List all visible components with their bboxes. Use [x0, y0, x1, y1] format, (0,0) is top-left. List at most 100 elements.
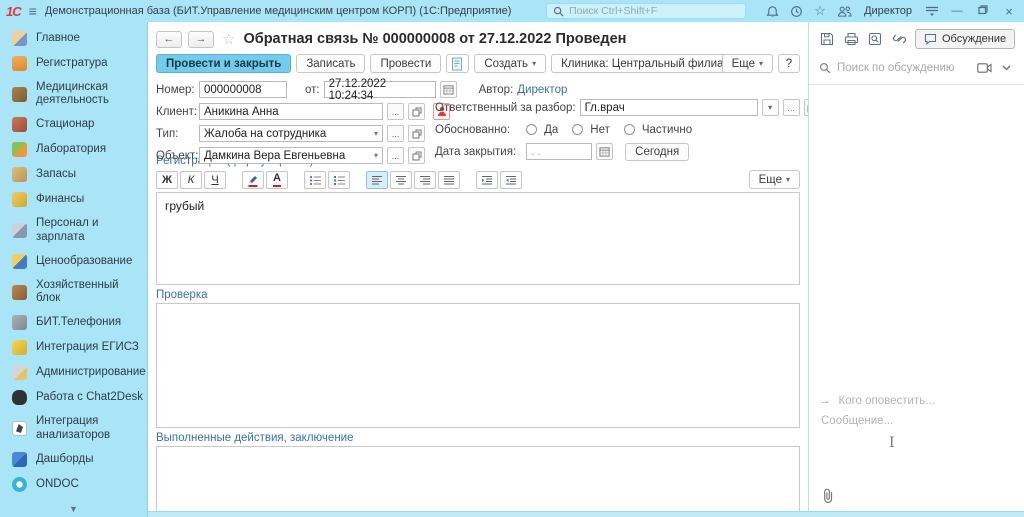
- italic-button[interactable]: К: [180, 171, 202, 189]
- actions-textarea[interactable]: [156, 446, 800, 511]
- preview-icon[interactable]: [867, 31, 883, 47]
- notify-row[interactable]: → Кого оповестить...: [809, 391, 1024, 411]
- close-date-calendar-button[interactable]: [596, 143, 613, 160]
- help-button[interactable]: ?: [778, 54, 800, 73]
- align-left-button[interactable]: [366, 171, 388, 189]
- print-icon[interactable]: [843, 31, 859, 47]
- combo-arrow-icon[interactable]: ▾: [370, 151, 378, 160]
- forward-button[interactable]: →: [188, 31, 214, 48]
- message-input[interactable]: Сообщение...: [809, 411, 1024, 429]
- open-icon: [412, 107, 422, 117]
- bold-button[interactable]: Ж: [156, 171, 178, 189]
- current-user[interactable]: Директор: [864, 5, 912, 17]
- responsible-dropdown-button[interactable]: ▾: [762, 99, 779, 116]
- object-open-button[interactable]: [408, 147, 425, 164]
- post-button[interactable]: Провести: [370, 54, 441, 73]
- sidebar-item-laboratoriya[interactable]: Лаборатория: [0, 137, 147, 162]
- back-button[interactable]: ←: [156, 31, 182, 48]
- sidebar-item-med-deyatelnost[interactable]: Медицинская деятельность: [0, 76, 136, 112]
- sidebar-item-registratura[interactable]: Регистратура: [0, 51, 147, 76]
- related-documents-button[interactable]: [446, 54, 469, 73]
- lab-flask-icon: [12, 142, 27, 157]
- indent-button[interactable]: [476, 171, 498, 189]
- sidebar-item-zapasy[interactable]: Запасы: [0, 162, 147, 187]
- sidebar-item-personal[interactable]: Персонал и зарплата: [0, 212, 147, 248]
- save-file-icon[interactable]: [819, 31, 835, 47]
- main-menu-icon[interactable]: ≡: [29, 4, 37, 18]
- close-date-field[interactable]: . .: [526, 143, 592, 160]
- align-right-button[interactable]: [414, 171, 436, 189]
- highlight-color-button[interactable]: [242, 171, 264, 189]
- author-link[interactable]: Директор: [517, 84, 567, 96]
- numbered-list-button[interactable]: [328, 171, 350, 189]
- clinic-button[interactable]: Клиника: Центральный филиал: [551, 54, 740, 73]
- sidebar-item-dashbordy[interactable]: Дашборды: [0, 447, 147, 472]
- sidebar-item-analizatory[interactable]: Интеграция анализаторов: [0, 410, 147, 446]
- object-field[interactable]: Дамкина Вера Евгеньевна▾: [199, 147, 383, 164]
- save-button[interactable]: Записать: [296, 54, 365, 73]
- client-open-button[interactable]: [408, 103, 425, 120]
- chevron-down-icon[interactable]: [998, 60, 1014, 76]
- history-icon[interactable]: [788, 3, 804, 19]
- post-and-close-button[interactable]: Провести и закрыть: [156, 54, 291, 73]
- outdent-button[interactable]: [500, 171, 522, 189]
- editor-more-button[interactable]: Еще▾: [749, 170, 800, 189]
- get-link-icon[interactable]: [891, 31, 907, 47]
- registration-textarea[interactable]: грубый: [156, 192, 800, 285]
- close-date-label: Дата закрытия:: [435, 146, 516, 158]
- type-select-button[interactable]: ...: [387, 125, 404, 142]
- font-color-button[interactable]: А: [266, 171, 288, 189]
- collaboration-users-icon[interactable]: [836, 3, 852, 19]
- justified-yes-radio[interactable]: [526, 124, 537, 135]
- sidebar-item-glavnoe[interactable]: Главное: [0, 26, 147, 51]
- justified-partial-radio[interactable]: [624, 124, 635, 135]
- discussion-search[interactable]: Поиск по обсуждению: [809, 54, 1024, 85]
- notify-placeholder: Кого оповестить...: [839, 395, 935, 407]
- sidebar-item-chat2desk[interactable]: Работа с Chat2Desk: [0, 385, 147, 410]
- create-button[interactable]: Создать▾: [474, 54, 546, 73]
- sidebar-item-bit-telefoniya[interactable]: БИТ.Телефония: [0, 310, 147, 335]
- more-button[interactable]: Еще▾: [722, 54, 773, 73]
- sidebar-item-hozblok[interactable]: Хозяйственный блок: [0, 274, 147, 310]
- date-calendar-button[interactable]: [440, 81, 457, 98]
- restore-button[interactable]: [974, 5, 992, 18]
- message-typing-area[interactable]: I: [809, 429, 1024, 471]
- justified-no-radio[interactable]: [572, 124, 583, 135]
- type-field[interactable]: Жалоба на сотрудника▾: [199, 125, 383, 142]
- sidebar-item-egisz[interactable]: Интеграция ЕГИСЗ: [0, 335, 147, 360]
- check-textarea[interactable]: [156, 303, 800, 428]
- align-center-button[interactable]: [390, 171, 412, 189]
- underline-button[interactable]: Ч: [204, 171, 226, 189]
- sidebar-item-stacionar[interactable]: Стационар: [0, 112, 147, 137]
- responsible-select-button[interactable]: ...: [783, 99, 800, 116]
- sidebar-item-administrirovanie[interactable]: Администрирование: [0, 360, 147, 385]
- bullet-list-button[interactable]: [304, 171, 326, 189]
- discussion-tab-button[interactable]: Обсуждение: [915, 29, 1015, 49]
- document-toolbar: Провести и закрыть Записать Провести Соз…: [148, 48, 808, 73]
- today-button[interactable]: Сегодня: [625, 143, 689, 161]
- number-field[interactable]: 000000008: [199, 81, 287, 98]
- responsible-field[interactable]: Гл.врач: [580, 99, 758, 116]
- paperclip-icon[interactable]: [819, 487, 835, 503]
- client-field[interactable]: Аникина Анна: [199, 103, 383, 120]
- minimize-button[interactable]: —: [948, 5, 966, 17]
- client-select-button[interactable]: ...: [387, 103, 404, 120]
- close-window-button[interactable]: ×: [1000, 4, 1018, 19]
- add-favorite-star-icon[interactable]: ☆: [222, 30, 235, 48]
- notifications-bell-icon[interactable]: [764, 3, 780, 19]
- sections-sidebar: Главное Регистратура Медицинская деятель…: [0, 22, 148, 517]
- align-justify-button[interactable]: [438, 171, 460, 189]
- combo-arrow-icon[interactable]: ▾: [370, 129, 378, 138]
- service-settings-icon[interactable]: [924, 3, 940, 19]
- sidebar-item-ondoc[interactable]: ONDOC: [0, 472, 147, 497]
- video-call-icon[interactable]: [976, 60, 992, 76]
- type-open-button[interactable]: [408, 125, 425, 142]
- object-select-button[interactable]: ...: [387, 147, 404, 164]
- date-field[interactable]: 27.12.2022 10:24:34: [324, 81, 436, 98]
- sidebar-item-finansy[interactable]: Финансы: [0, 187, 147, 212]
- global-search-input[interactable]: Поиск Ctrl+Shift+F: [546, 3, 746, 19]
- sidebar-scroll-down[interactable]: ▼: [0, 502, 147, 517]
- date-label: от:: [305, 84, 320, 96]
- sidebar-item-cenoobrazovanie[interactable]: Ценообразование: [0, 249, 147, 274]
- favorites-star-icon[interactable]: ☆: [812, 3, 828, 19]
